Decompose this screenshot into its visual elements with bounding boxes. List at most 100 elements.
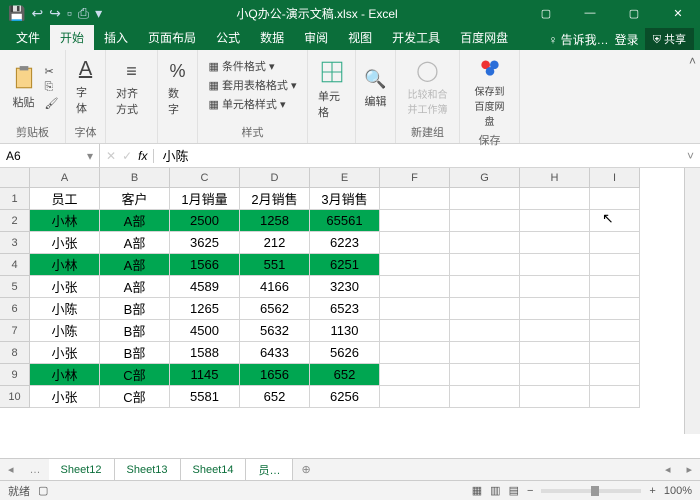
cell[interactable]: 212 — [240, 232, 310, 254]
cell[interactable] — [520, 210, 590, 232]
cell[interactable] — [450, 298, 520, 320]
cell[interactable]: B部 — [100, 298, 170, 320]
ribbon-tab[interactable]: 数据 — [250, 25, 294, 50]
login-link[interactable]: 登录 — [615, 31, 639, 48]
number-button[interactable]: %数字 — [164, 59, 191, 119]
cell[interactable] — [520, 232, 590, 254]
cell[interactable] — [380, 210, 450, 232]
column-header[interactable]: F — [380, 168, 450, 188]
cell[interactable]: 6251 — [310, 254, 380, 276]
cell[interactable] — [520, 364, 590, 386]
cell[interactable]: A部 — [100, 232, 170, 254]
save-to-baidu-button[interactable]: 保存到百度网盘 — [466, 52, 513, 130]
ribbon-tab[interactable]: 公式 — [206, 25, 250, 50]
new-icon[interactable]: ▫ — [67, 5, 72, 21]
cell[interactable]: 551 — [240, 254, 310, 276]
select-all-corner[interactable] — [0, 168, 30, 188]
cell[interactable] — [590, 188, 640, 210]
cell[interactable]: 1258 — [240, 210, 310, 232]
cell[interactable]: 小张 — [30, 342, 100, 364]
name-box[interactable]: A6▾ — [0, 144, 100, 167]
cell[interactable] — [380, 232, 450, 254]
new-sheet-icon[interactable]: ⊕ — [293, 463, 318, 476]
cell[interactable]: 6433 — [240, 342, 310, 364]
cell[interactable]: 5632 — [240, 320, 310, 342]
cell[interactable]: 652 — [310, 364, 380, 386]
cell[interactable]: 6223 — [310, 232, 380, 254]
ribbon-tab[interactable]: 文件 — [6, 25, 50, 50]
alignment-button[interactable]: ≡对齐方式 — [112, 59, 151, 119]
cell[interactable]: 1月销量 — [170, 188, 240, 210]
cell[interactable] — [380, 364, 450, 386]
tell-me[interactable]: ♀ 告诉我… — [548, 31, 608, 48]
column-header[interactable]: I — [590, 168, 640, 188]
format-as-table-button[interactable]: ▦ 套用表格格式 ▾ — [209, 77, 297, 93]
cell[interactable]: 3625 — [170, 232, 240, 254]
cell[interactable]: 1130 — [310, 320, 380, 342]
paste-button[interactable]: 粘贴 — [7, 63, 41, 112]
redo-icon[interactable]: ↪ — [49, 5, 61, 22]
cell[interactable]: 小张 — [30, 276, 100, 298]
cell[interactable]: 6256 — [310, 386, 380, 408]
cell[interactable]: 6523 — [310, 298, 380, 320]
cell[interactable] — [520, 386, 590, 408]
ribbon-display-icon[interactable]: ▢ — [524, 0, 568, 26]
cells-button[interactable]: 单元格 — [314, 57, 349, 122]
zoom-slider[interactable] — [541, 489, 641, 493]
cell[interactable]: 3月销售 — [310, 188, 380, 210]
ribbon-tab[interactable]: 审阅 — [294, 25, 338, 50]
cell[interactable] — [380, 320, 450, 342]
cell[interactable]: 5626 — [310, 342, 380, 364]
cell[interactable] — [380, 276, 450, 298]
cell[interactable] — [380, 188, 450, 210]
cell[interactable] — [450, 386, 520, 408]
row-header[interactable]: 2 — [0, 210, 30, 232]
cell[interactable] — [590, 254, 640, 276]
cell[interactable] — [590, 342, 640, 364]
cell[interactable]: 员工 — [30, 188, 100, 210]
cancel-formula-icon[interactable]: ✕ — [106, 149, 116, 163]
cell[interactable]: 小张 — [30, 386, 100, 408]
cell[interactable] — [450, 232, 520, 254]
cell[interactable]: 1566 — [170, 254, 240, 276]
cell[interactable] — [450, 254, 520, 276]
cell[interactable] — [380, 342, 450, 364]
hscroll-right-icon[interactable]: ▸ — [678, 463, 700, 476]
macro-record-icon[interactable]: ▢ — [38, 484, 48, 497]
minimize-icon[interactable]: — — [568, 0, 612, 26]
spreadsheet-grid[interactable]: 12345678910 ABCDEFGHI 员工客户1月销量2月销售3月销售小林… — [0, 168, 700, 434]
cell[interactable] — [380, 254, 450, 276]
ribbon-tab[interactable]: 页面布局 — [138, 25, 206, 50]
editing-button[interactable]: 🔍编辑 — [360, 67, 390, 111]
cell[interactable]: 小陈 — [30, 298, 100, 320]
cell[interactable] — [590, 298, 640, 320]
sheet-tab-extra[interactable]: 员… — [246, 459, 293, 480]
cell[interactable]: 1145 — [170, 364, 240, 386]
cell[interactable] — [380, 386, 450, 408]
cell[interactable]: 4500 — [170, 320, 240, 342]
cell[interactable] — [450, 342, 520, 364]
view-normal-icon[interactable]: ▦ — [472, 484, 482, 497]
cell[interactable]: 2500 — [170, 210, 240, 232]
view-page-icon[interactable]: ▥ — [490, 484, 500, 497]
column-header[interactable]: H — [520, 168, 590, 188]
row-header[interactable]: 6 — [0, 298, 30, 320]
cell-styles-button[interactable]: ▦ 单元格样式 ▾ — [209, 96, 297, 112]
row-header[interactable]: 9 — [0, 364, 30, 386]
hscroll-left-icon[interactable]: ◂ — [657, 463, 679, 476]
cell[interactable] — [590, 386, 640, 408]
ribbon-tab[interactable]: 开始 — [50, 25, 94, 50]
cell[interactable] — [590, 320, 640, 342]
cell[interactable]: 1656 — [240, 364, 310, 386]
close-icon[interactable]: ✕ — [656, 0, 700, 26]
format-painter-icon[interactable]: 🖌 — [45, 97, 59, 110]
cell[interactable]: 65561 — [310, 210, 380, 232]
cell[interactable]: C部 — [100, 364, 170, 386]
fx-icon[interactable]: fx — [138, 149, 147, 163]
cell[interactable] — [590, 232, 640, 254]
cell[interactable]: 1588 — [170, 342, 240, 364]
column-header[interactable]: C — [170, 168, 240, 188]
cell[interactable] — [590, 364, 640, 386]
cell[interactable] — [380, 298, 450, 320]
share-button[interactable]: ⛨ 共享 — [645, 28, 694, 50]
